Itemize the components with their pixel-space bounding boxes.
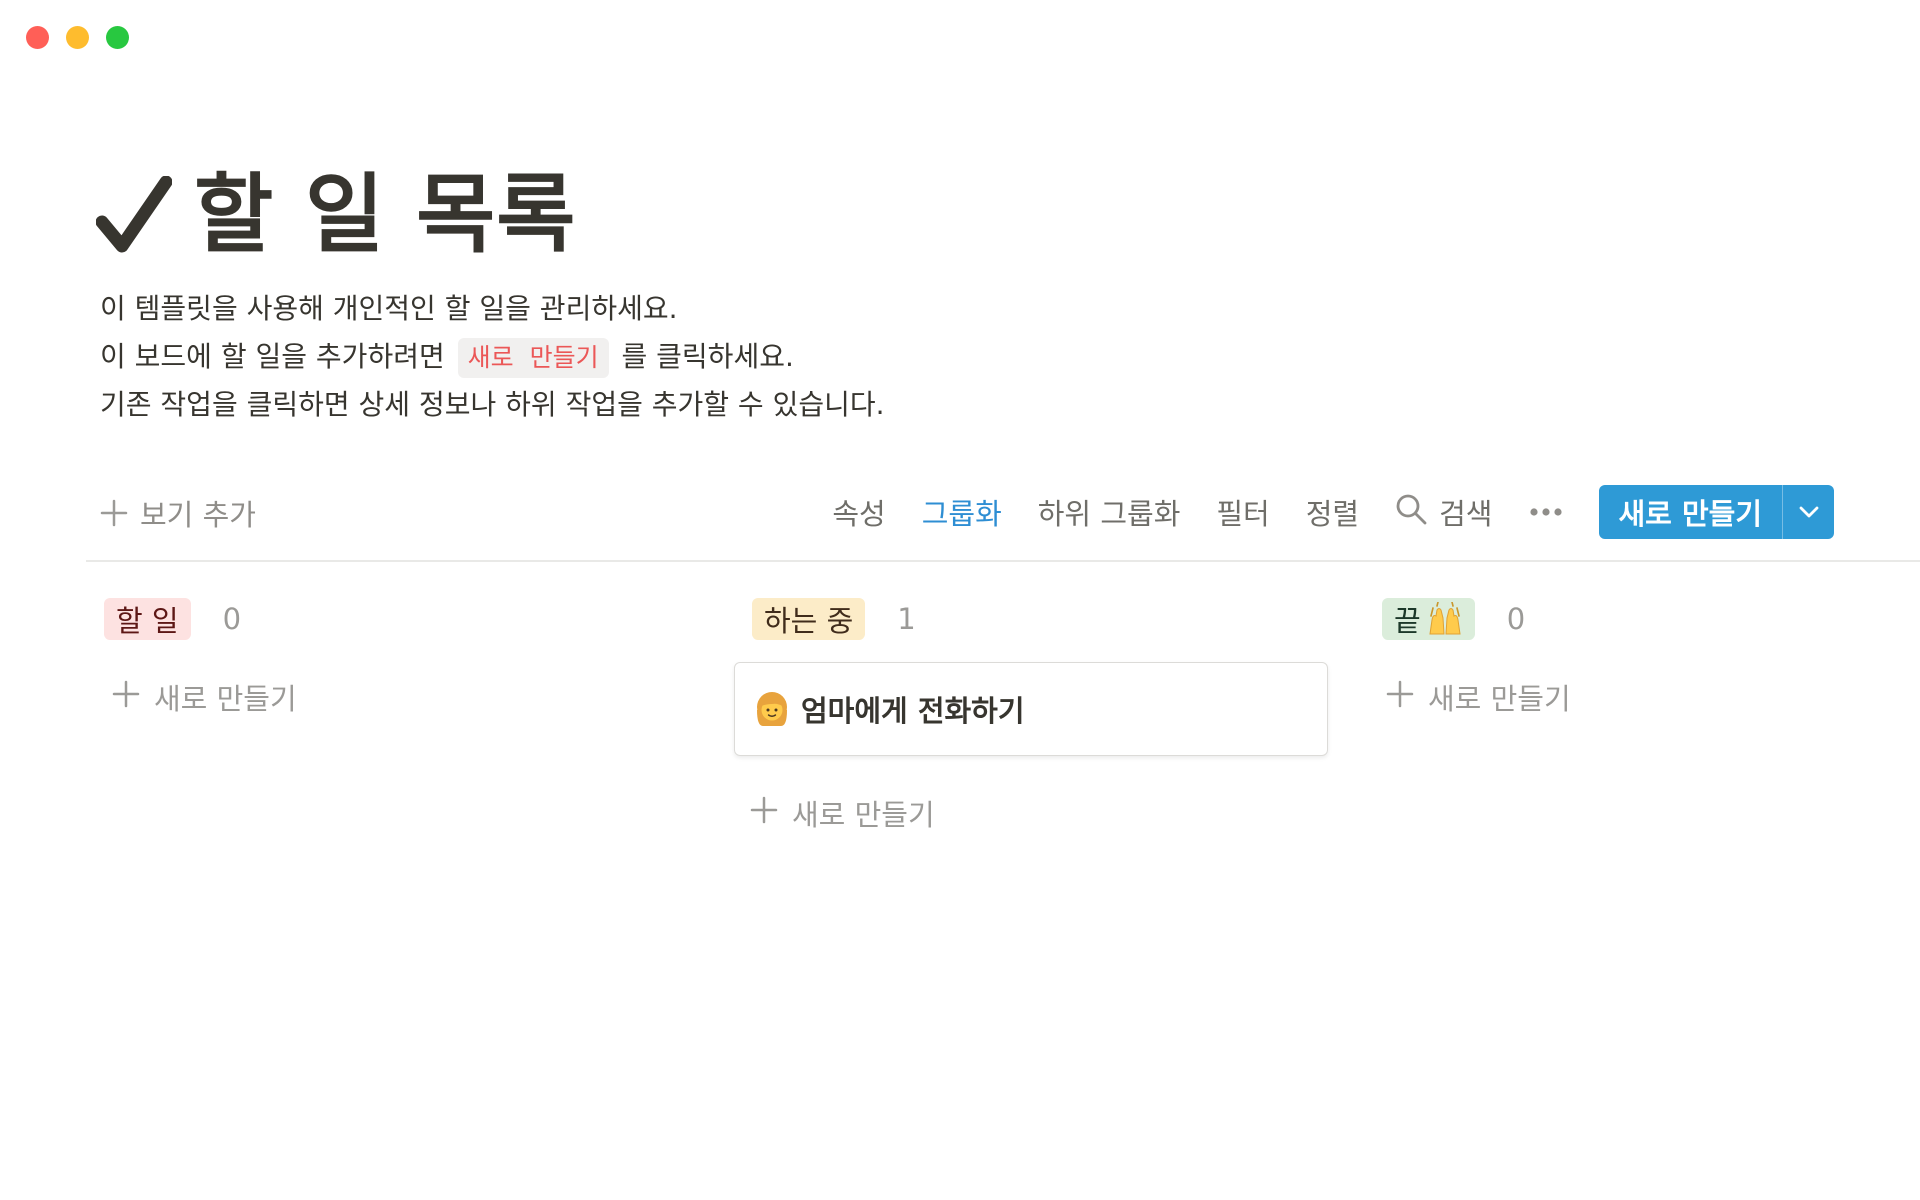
column-header: 할 일 0 (86, 596, 686, 642)
filter-button[interactable]: 필터 (1216, 491, 1269, 533)
column-count: 0 (222, 602, 242, 636)
plus-icon (100, 499, 128, 527)
board-column-done: 끝 0 새로 만들기 (1364, 596, 1920, 718)
search-button[interactable]: 검색 (1395, 491, 1493, 533)
add-new-card-button[interactable]: 새로 만들기 (1364, 676, 1920, 718)
status-tag-doing[interactable]: 하는 중 (752, 598, 866, 640)
window-controls (26, 26, 129, 49)
new-button-group: 새로 만들기 (1598, 485, 1834, 539)
description-line-2-start: 이 보드에 할 일을 추가하려면 (100, 340, 445, 373)
toolbar-actions: 속성 그룹화 하위 그룹화 필터 정렬 검색 새로 만들기 (832, 484, 1834, 540)
column-header: 하는 중 1 (734, 596, 1334, 642)
status-tag-todo[interactable]: 할 일 (104, 598, 191, 640)
group-button[interactable]: 그룹화 (922, 491, 1002, 533)
checkmark-icon (96, 176, 172, 254)
woman-emoji-icon (753, 690, 791, 728)
close-window-button[interactable] (26, 26, 49, 49)
plus-icon (750, 796, 778, 831)
description-line-2: 이 보드에 할 일을 추가하려면 새로 만들기 를 클릭하세요. (100, 333, 885, 381)
raising-hands-emoji-icon (1427, 602, 1463, 636)
column-count: 1 (897, 602, 916, 636)
new-dropdown-button[interactable] (1782, 485, 1834, 539)
add-new-card-button[interactable]: 새로 만들기 (86, 676, 686, 718)
new-button[interactable]: 새로 만들기 (1599, 485, 1783, 539)
search-label: 검색 (1439, 497, 1493, 531)
properties-button[interactable]: 속성 (832, 491, 885, 533)
add-new-label: 새로 만들기 (792, 798, 935, 832)
column-count: 0 (1506, 602, 1526, 636)
add-new-label: 새로 만들기 (154, 682, 297, 716)
column-header: 끝 0 (1364, 596, 1920, 642)
page-title: 할 일 목록 (96, 160, 576, 270)
plus-icon (112, 680, 140, 715)
card-title: 엄마에게 전화하기 (801, 694, 1025, 728)
board-column-doing: 하는 중 1 엄마에게 전화하기 새로 만들기 (734, 596, 1334, 834)
description-line-1: 이 템플릿을 사용해 개인적인 할 일을 관리하세요. (100, 292, 678, 325)
status-tag-done-label: 끝 (1394, 604, 1421, 638)
inline-code-new: 새로 만들기 (457, 338, 609, 378)
chevron-down-icon (1799, 506, 1818, 518)
minimize-window-button[interactable] (66, 26, 89, 49)
maximize-window-button[interactable] (106, 26, 129, 49)
add-view-button[interactable]: 보기 추가 (100, 492, 256, 534)
add-new-label: 새로 만들기 (1428, 682, 1571, 716)
plus-icon (1386, 680, 1414, 715)
add-new-card-button[interactable]: 새로 만들기 (734, 792, 1334, 834)
board-card[interactable]: 엄마에게 전화하기 (734, 662, 1328, 756)
page-description: 이 템플릿을 사용해 개인적인 할 일을 관리하세요. 이 보드에 할 일을 추… (100, 285, 885, 429)
description-line-2-end: 를 클릭하세요. (621, 340, 794, 373)
status-tag-done[interactable]: 끝 (1382, 598, 1475, 640)
subgroup-button[interactable]: 하위 그룹화 (1038, 491, 1181, 533)
page-title-text[interactable]: 할 일 목록 (194, 172, 576, 258)
search-icon (1395, 493, 1427, 532)
sort-button[interactable]: 정렬 (1306, 491, 1359, 533)
board-toolbar: 보기 추가 속성 그룹화 하위 그룹화 필터 정렬 검색 새로 만들기 (86, 482, 1920, 562)
description-line-3: 기존 작업을 클릭하면 상세 정보나 하위 작업을 추가할 수 있습니다. (100, 388, 885, 421)
more-options-icon[interactable] (1529, 507, 1563, 517)
board-column-todo: 할 일 0 새로 만들기 (86, 596, 686, 718)
add-view-label: 보기 추가 (140, 498, 256, 532)
